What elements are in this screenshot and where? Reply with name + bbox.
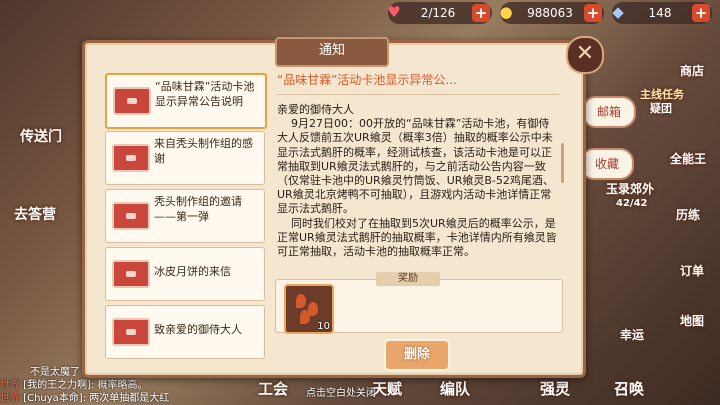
dialog-title: 通知 bbox=[275, 37, 389, 67]
add-stamina-button[interactable]: + bbox=[472, 4, 490, 22]
envelope-icon bbox=[112, 318, 150, 346]
list-item[interactable]: 来自秃头制作组的感谢 bbox=[105, 131, 265, 185]
reward-label: 奖励 bbox=[376, 272, 440, 286]
stamina-value: 2/126 bbox=[420, 6, 456, 20]
notice-content[interactable]: “品味甘霖”活动卡池显示异常公... 亲爱的御侍大人 9月27日00：00开放的… bbox=[277, 67, 559, 281]
notice-list[interactable]: “品味甘霖”活动卡池显示异常公告说明 来自秃头制作组的感谢 秃头制作组的邀请——… bbox=[99, 67, 271, 367]
training-button[interactable]: 历练 bbox=[676, 206, 700, 223]
chat-channel: 世界 bbox=[0, 393, 20, 404]
close-hint: 点击空白处关闭 bbox=[306, 388, 376, 399]
heart-icon: ♥ bbox=[387, 3, 401, 21]
reward-item[interactable]: 10 bbox=[284, 284, 334, 334]
chat-channel: 世界 bbox=[0, 380, 20, 391]
shop-button[interactable]: 商店 bbox=[680, 62, 704, 79]
list-item[interactable]: 致亲爱的御侍大人 bbox=[105, 305, 265, 359]
crystal-icon: ◆ bbox=[612, 3, 624, 21]
leaf-icon bbox=[300, 310, 310, 324]
map-button[interactable]: 地图 bbox=[680, 312, 704, 329]
envelope-icon bbox=[112, 144, 150, 172]
chat-line: 世界 [我的王之力啊]: 概率略高。 bbox=[0, 379, 220, 392]
list-item-title: 致亲爱的御侍大人 bbox=[154, 323, 242, 336]
order-button[interactable]: 订单 bbox=[680, 262, 704, 279]
content-scrollbar[interactable] bbox=[561, 143, 564, 183]
gem-counter: ◆ 148 + bbox=[612, 2, 712, 24]
mailbox-button[interactable]: 邮箱 bbox=[582, 96, 636, 128]
chat-text: [Chuya本命]: 两次单抽都是大红 bbox=[23, 393, 170, 404]
back-camp-button[interactable]: 去答营 bbox=[14, 204, 56, 224]
gold-value: 988063 bbox=[527, 6, 573, 20]
tab-enhance[interactable]: 强灵 bbox=[540, 378, 570, 399]
tab-formation[interactable]: 编队 bbox=[440, 378, 470, 399]
tab-talent[interactable]: 天赋 bbox=[372, 378, 402, 399]
chat-text: [我的王之力啊]: 概率略高。 bbox=[23, 380, 148, 391]
stamina-counter: ♥ 2/126 + bbox=[387, 2, 492, 24]
add-gem-button[interactable]: + bbox=[692, 4, 710, 22]
reward-count: 10 bbox=[317, 321, 330, 332]
notice-content-title: “品味甘霖”活动卡池显示异常公... bbox=[277, 67, 559, 95]
tab-guild[interactable]: 工会 bbox=[258, 378, 288, 399]
list-item-title: 来自秃头制作组的感谢 bbox=[154, 137, 253, 165]
gem-value: 148 bbox=[648, 6, 672, 20]
notice-dialog: 通知 “品味甘霖”活动卡池显示异常公告说明 来自秃头制作组的感谢 秃头制作组的邀… bbox=[82, 37, 586, 378]
chat-text: 不是太魔了 bbox=[30, 367, 80, 378]
gold-counter: ● 988063 + bbox=[499, 2, 604, 24]
chat-line: 世界 [Chuya本命]: 两次单抽都是大红 bbox=[0, 392, 220, 405]
mystery-button[interactable]: 疑团 bbox=[650, 100, 672, 116]
leaf-icon bbox=[296, 294, 306, 308]
reward-panel: 奖励 10 bbox=[275, 272, 563, 334]
envelope-icon bbox=[113, 87, 151, 115]
tab-summon[interactable]: 召唤 bbox=[614, 378, 644, 399]
list-item[interactable]: 冰皮月饼的来信 bbox=[105, 247, 265, 301]
progress-label: 42/42 bbox=[616, 198, 648, 209]
list-item-title: “品味甘霖”活动卡池显示异常公告说明 bbox=[155, 80, 255, 108]
list-item-title: 秃头制作组的邀请——第一弹 bbox=[154, 195, 242, 223]
add-gold-button[interactable]: + bbox=[584, 4, 602, 22]
notice-content-body: 亲爱的御侍大人 9月27日00：00开放的“品味甘霖”活动卡池，有御侍大人反馈前… bbox=[277, 103, 557, 259]
coin-icon: ● bbox=[499, 3, 513, 21]
envelope-icon bbox=[112, 260, 150, 288]
envelope-icon bbox=[112, 202, 150, 230]
portal-button[interactable]: 传送门 bbox=[20, 126, 62, 146]
luck-button[interactable]: 幸运 bbox=[620, 326, 644, 343]
close-icon[interactable]: ✕ bbox=[566, 36, 604, 74]
list-item[interactable]: 秃头制作组的邀请——第一弹 bbox=[105, 189, 265, 243]
delete-button[interactable]: 删除 bbox=[384, 339, 450, 371]
fullfun-button[interactable]: 全能王 bbox=[670, 150, 706, 167]
list-item-title: 冰皮月饼的来信 bbox=[154, 265, 231, 278]
favorites-button[interactable]: 收藏 bbox=[580, 148, 634, 180]
list-item[interactable]: “品味甘霖”活动卡池显示异常公告说明 bbox=[105, 73, 267, 129]
jade-outskirts-button[interactable]: 玉录郊外 bbox=[606, 180, 654, 197]
